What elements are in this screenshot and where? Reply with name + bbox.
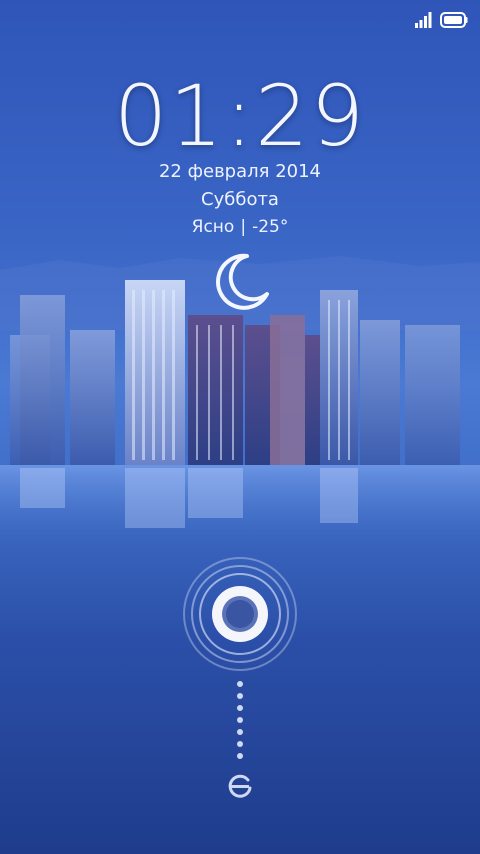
status-bar — [0, 0, 480, 40]
signal-icon — [415, 12, 432, 28]
weather-condition: Ясно — [191, 217, 235, 237]
weather-summary: Ясно | -25° — [0, 217, 480, 237]
weekday-text: Суббота — [201, 189, 279, 210]
weather-temperature: -25° — [252, 217, 289, 237]
camera-icon[interactable] — [226, 772, 254, 800]
battery-icon — [440, 12, 468, 28]
lockscreen-clock: 01:29 — [113, 67, 367, 165]
slide-hint-dots — [237, 681, 243, 759]
moon-icon — [216, 253, 269, 310]
weather-separator: | — [240, 217, 247, 237]
date-text: 22 февраля 2014 — [158, 161, 322, 182]
unlock-ring-icon[interactable] — [181, 555, 299, 673]
